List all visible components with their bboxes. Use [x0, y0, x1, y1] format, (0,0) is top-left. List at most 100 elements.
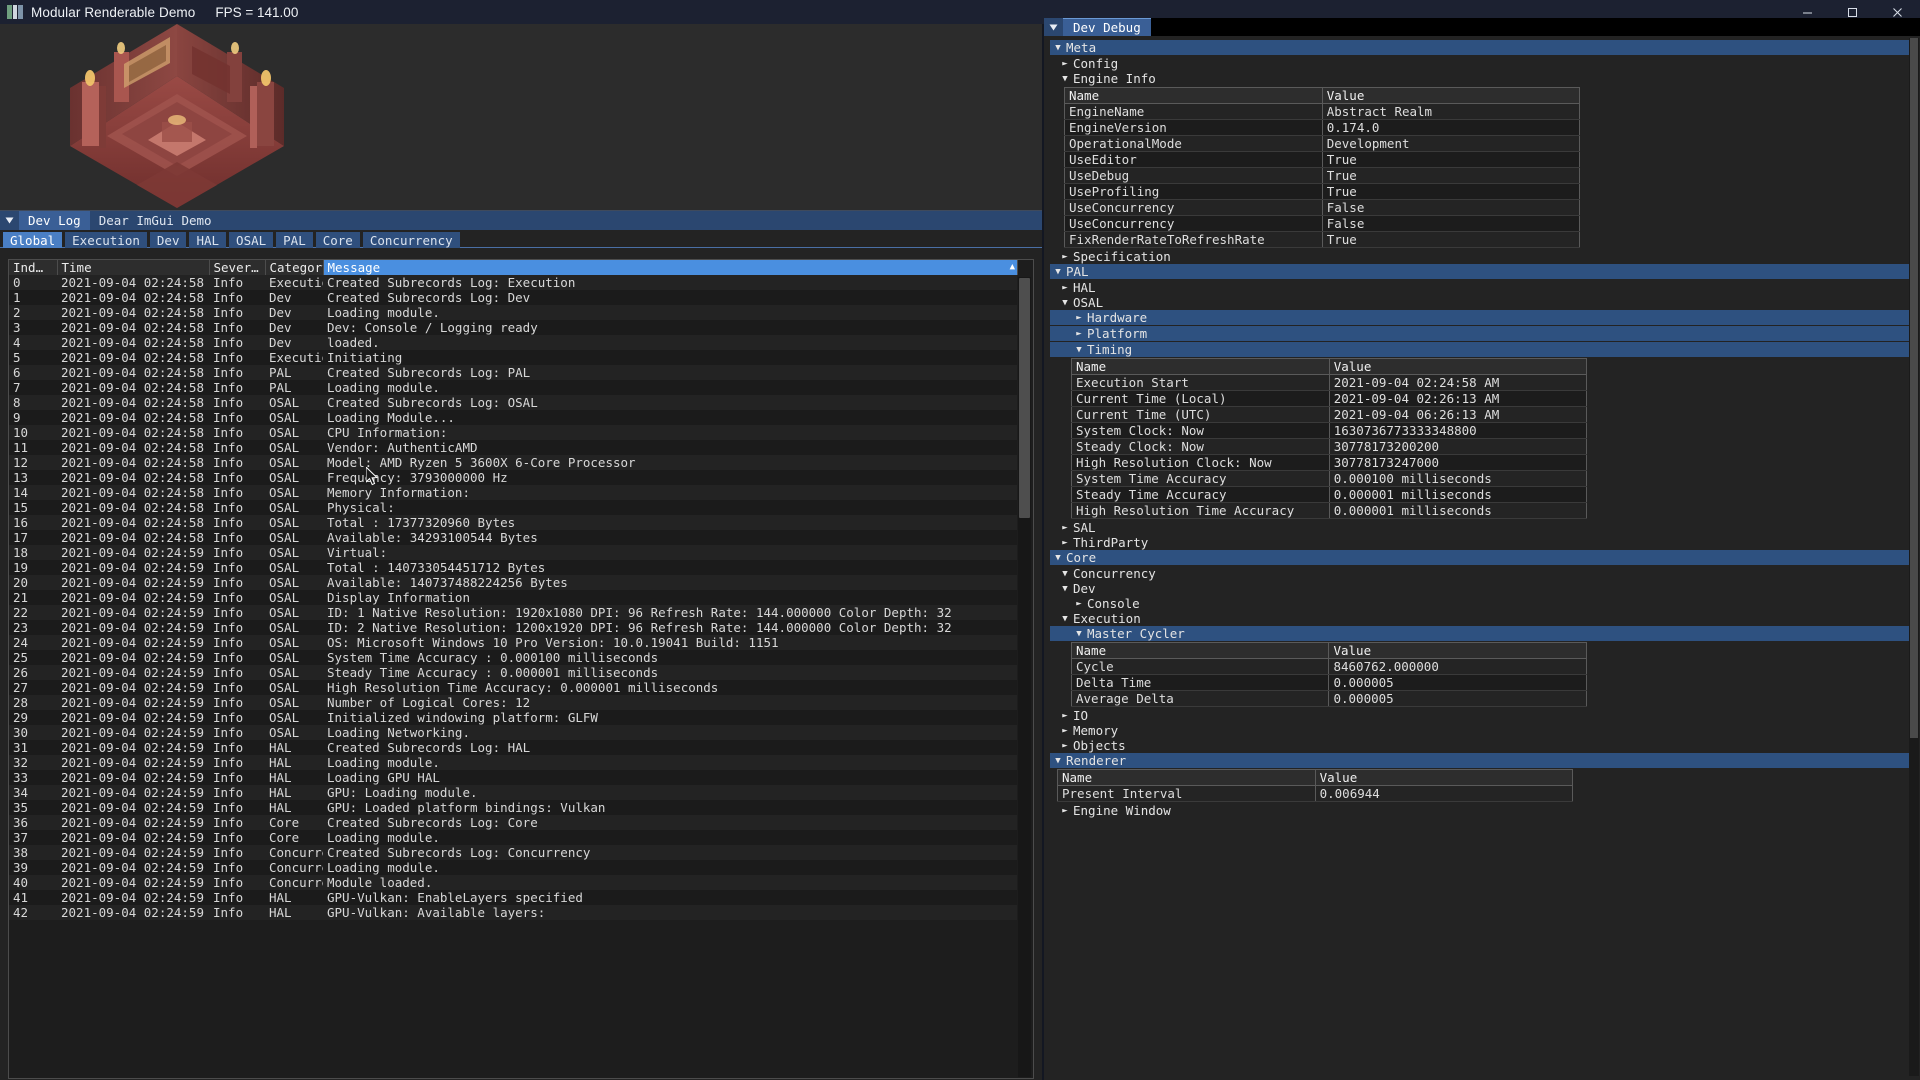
log-row[interactable]: 23 2021-09-04 02:24:59 Info OSAL ID: 2 Nativ…	[9, 620, 1017, 635]
chevron-down-icon[interactable]: ▼	[1057, 614, 1073, 624]
log-row[interactable]: 13 2021-09-04 02:24:58 Info OSAL Frequency: …	[9, 470, 1017, 485]
log-scrollbar[interactable]	[1018, 277, 1031, 1077]
debug-scrollbar[interactable]	[1909, 38, 1919, 1076]
col-value[interactable]: Value	[1322, 87, 1581, 104]
log-row[interactable]: 26 2021-09-04 02:24:59 Info OSAL Steady Time…	[9, 665, 1017, 680]
log-row[interactable]: 31 2021-09-04 02:24:59 Info HAL Created Subr…	[9, 740, 1017, 755]
tree-node-meta[interactable]: ▼ Meta	[1050, 40, 1916, 55]
render-viewport[interactable]	[0, 24, 1042, 210]
log-row[interactable]: 14 2021-09-04 02:24:58 Info OSAL Memory Info…	[9, 485, 1017, 500]
log-row[interactable]: 21 2021-09-04 02:24:59 Info OSAL Display Inf…	[9, 590, 1017, 605]
tree-node-hal[interactable]: ► HAL	[1050, 280, 1916, 295]
log-scrollbar-thumb[interactable]	[1019, 278, 1030, 518]
log-row[interactable]: 28 2021-09-04 02:24:59 Info OSAL Number of L…	[9, 695, 1017, 710]
tree-node-core[interactable]: ▼ Core	[1050, 550, 1916, 565]
tree-node-pal[interactable]: ▼ PAL	[1050, 264, 1916, 279]
chevron-right-icon[interactable]: ►	[1057, 252, 1073, 262]
col-name[interactable]: Name	[1071, 642, 1330, 659]
collapse-arrow-icon[interactable]	[0, 211, 19, 230]
tree-node-hardware[interactable]: ► Hardware	[1050, 310, 1916, 325]
debug-scrollbar-thumb[interactable]	[1910, 38, 1918, 738]
tree-node-engine-window[interactable]: ► Engine Window	[1050, 803, 1916, 818]
log-row[interactable]: 37 2021-09-04 02:24:59 Info Core Loading mod…	[9, 830, 1017, 845]
log-col-severity[interactable]: Sever…	[209, 260, 266, 275]
log-row[interactable]: 02021-09-04 02:24:58InfoExecutionCreated…	[9, 275, 1017, 290]
col-value[interactable]: Value	[1328, 642, 1587, 659]
log-row[interactable]: 36 2021-09-04 02:24:59 Info Core Created Sub…	[9, 815, 1017, 830]
chevron-down-icon[interactable]: ▼	[1057, 569, 1073, 579]
log-col-message[interactable]: Message	[323, 260, 1018, 275]
tree-node-platform[interactable]: ► Platform	[1050, 326, 1916, 341]
chevron-down-icon[interactable]: ▼	[1071, 345, 1087, 355]
tree-node-dev[interactable]: ▼ Dev	[1050, 581, 1916, 596]
chevron-down-icon[interactable]: ▼	[1057, 298, 1073, 308]
chevron-right-icon[interactable]: ►	[1057, 538, 1073, 548]
chevron-right-icon[interactable]: ►	[1071, 313, 1087, 323]
col-value[interactable]: Value	[1329, 358, 1588, 375]
chevron-right-icon[interactable]: ►	[1057, 726, 1073, 736]
tab-dev-log[interactable]: Dev Log	[19, 211, 90, 230]
tree-node-specification[interactable]: ► Specification	[1050, 249, 1916, 264]
log-row[interactable]: 52021-09-04 02:24:58InfoExecutionInitiat…	[9, 350, 1017, 365]
chevron-right-icon[interactable]: ►	[1057, 523, 1073, 533]
log-row[interactable]: 27 2021-09-04 02:24:59 Info OSAL High Resolu…	[9, 680, 1017, 695]
log-row[interactable]: 8 2021-09-04 02:24:58 Info OSAL Created Subr…	[9, 395, 1017, 410]
log-subtab-execution[interactable]: Execution	[65, 232, 147, 248]
chevron-down-icon[interactable]: ▼	[1050, 267, 1066, 277]
log-col-category[interactable]: Category	[265, 260, 324, 275]
log-row[interactable]: 30 2021-09-04 02:24:59 Info OSAL Loading Net…	[9, 725, 1017, 740]
tree-node-concurrency[interactable]: ▼ Concurrency	[1050, 566, 1916, 581]
log-row[interactable]: 16 2021-09-04 02:24:58 Info OSAL Total : 173…	[9, 515, 1017, 530]
log-row[interactable]: 15 2021-09-04 02:24:58 Info OSAL Physical:	[9, 500, 1017, 515]
col-name[interactable]: Name	[1071, 358, 1330, 375]
tree-node-io[interactable]: ► IO	[1050, 708, 1916, 723]
log-subtab-osal[interactable]: OSAL	[229, 232, 274, 248]
col-value[interactable]: Value	[1315, 769, 1574, 786]
log-row[interactable]: 7 2021-09-04 02:24:58 Info PAL Loading modul…	[9, 380, 1017, 395]
chevron-right-icon[interactable]: ►	[1057, 59, 1073, 69]
tree-node-memory[interactable]: ► Memory	[1050, 723, 1916, 738]
chevron-right-icon[interactable]: ►	[1071, 329, 1087, 339]
log-row[interactable]: 34 2021-09-04 02:24:59 Info HAL GPU: Loading…	[9, 785, 1017, 800]
log-row[interactable]: 22 2021-09-04 02:24:59 Info OSAL ID: 1 Nativ…	[9, 605, 1017, 620]
col-name[interactable]: Name	[1057, 769, 1316, 786]
chevron-down-icon[interactable]: ▼	[1057, 584, 1073, 594]
tree-node-config[interactable]: ► Config	[1050, 56, 1916, 71]
log-row[interactable]: 3 2021-09-04 02:24:58 Info Dev Dev: Console …	[9, 320, 1017, 335]
log-col-index[interactable]: Ind…	[9, 260, 58, 275]
tab-dear-imgui-demo[interactable]: Dear ImGui Demo	[90, 211, 221, 230]
tab-dev-debug[interactable]: Dev Debug	[1063, 18, 1151, 36]
log-row[interactable]: 9 2021-09-04 02:24:58 Info OSAL Loading Modu…	[9, 410, 1017, 425]
chevron-down-icon[interactable]: ▼	[1071, 629, 1087, 639]
log-row[interactable]: 392021-09-04 02:24:59InfoConcurrencLoadi…	[9, 860, 1017, 875]
chevron-right-icon[interactable]: ►	[1057, 806, 1073, 816]
chevron-right-icon[interactable]: ►	[1057, 711, 1073, 721]
log-row[interactable]: 19 2021-09-04 02:24:59 Info OSAL Total : 140…	[9, 560, 1017, 575]
chevron-right-icon[interactable]: ►	[1057, 741, 1073, 751]
tree-node-renderer[interactable]: ▼ Renderer	[1050, 753, 1916, 768]
log-subtab-pal[interactable]: PAL	[276, 232, 313, 248]
tree-node-execution[interactable]: ▼ Execution	[1050, 611, 1916, 626]
log-col-time[interactable]: Time	[57, 260, 210, 275]
tree-node-console[interactable]: ► Console	[1050, 596, 1916, 611]
col-name[interactable]: Name	[1064, 87, 1323, 104]
log-table-frame[interactable]: Ind… Time Sever… Category Message 02021-…	[8, 259, 1034, 1079]
chevron-down-icon[interactable]: ▼	[1050, 756, 1066, 766]
tree-node-engine-info[interactable]: ▼ Engine Info	[1050, 71, 1916, 86]
log-row[interactable]: 33 2021-09-04 02:24:59 Info HAL Loading GPU …	[9, 770, 1017, 785]
log-row[interactable]: 6 2021-09-04 02:24:58 Info PAL Created Subre…	[9, 365, 1017, 380]
tree-node-sal[interactable]: ► SAL	[1050, 520, 1916, 535]
log-row[interactable]: 12 2021-09-04 02:24:58 Info OSAL Model: AMD …	[9, 455, 1017, 470]
log-subtab-hal[interactable]: HAL	[189, 232, 227, 248]
log-row[interactable]: 10 2021-09-04 02:24:58 Info OSAL CPU Informa…	[9, 425, 1017, 440]
debug-collapse-arrow-icon[interactable]	[1044, 18, 1063, 36]
tree-node-thirdparty[interactable]: ► ThirdParty	[1050, 535, 1916, 550]
chevron-down-icon[interactable]: ▼	[1050, 43, 1066, 53]
log-subtab-dev[interactable]: Dev	[149, 232, 187, 248]
log-row[interactable]: 25 2021-09-04 02:24:59 Info OSAL System Time…	[9, 650, 1017, 665]
log-row[interactable]: 41 2021-09-04 02:24:59 Info HAL GPU-Vulkan: …	[9, 890, 1017, 905]
tree-node-master-cycler[interactable]: ▼ Master Cycler	[1050, 626, 1916, 641]
tree-node-timing[interactable]: ▼ Timing	[1050, 342, 1916, 357]
chevron-down-icon[interactable]: ▼	[1057, 74, 1073, 84]
log-row[interactable]: 20 2021-09-04 02:24:59 Info OSAL Available: …	[9, 575, 1017, 590]
